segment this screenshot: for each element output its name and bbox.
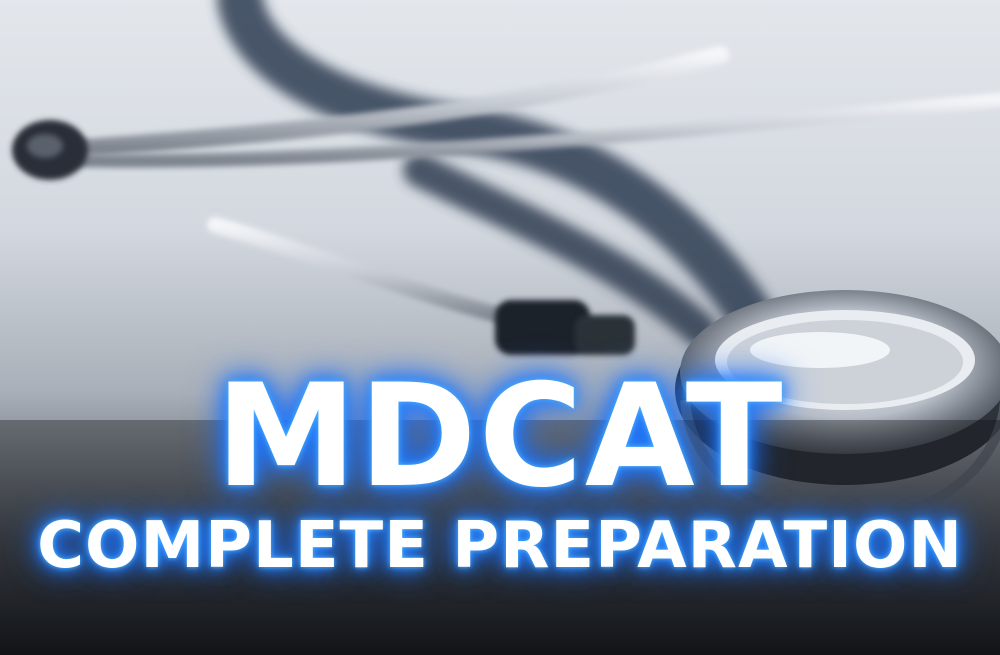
- headline-title: MDCAT: [215, 354, 785, 519]
- headline-subtitle: COMPLETE PREPARATION: [37, 509, 963, 583]
- poster: MDCAT COMPLETE PREPARATION: [0, 0, 1000, 655]
